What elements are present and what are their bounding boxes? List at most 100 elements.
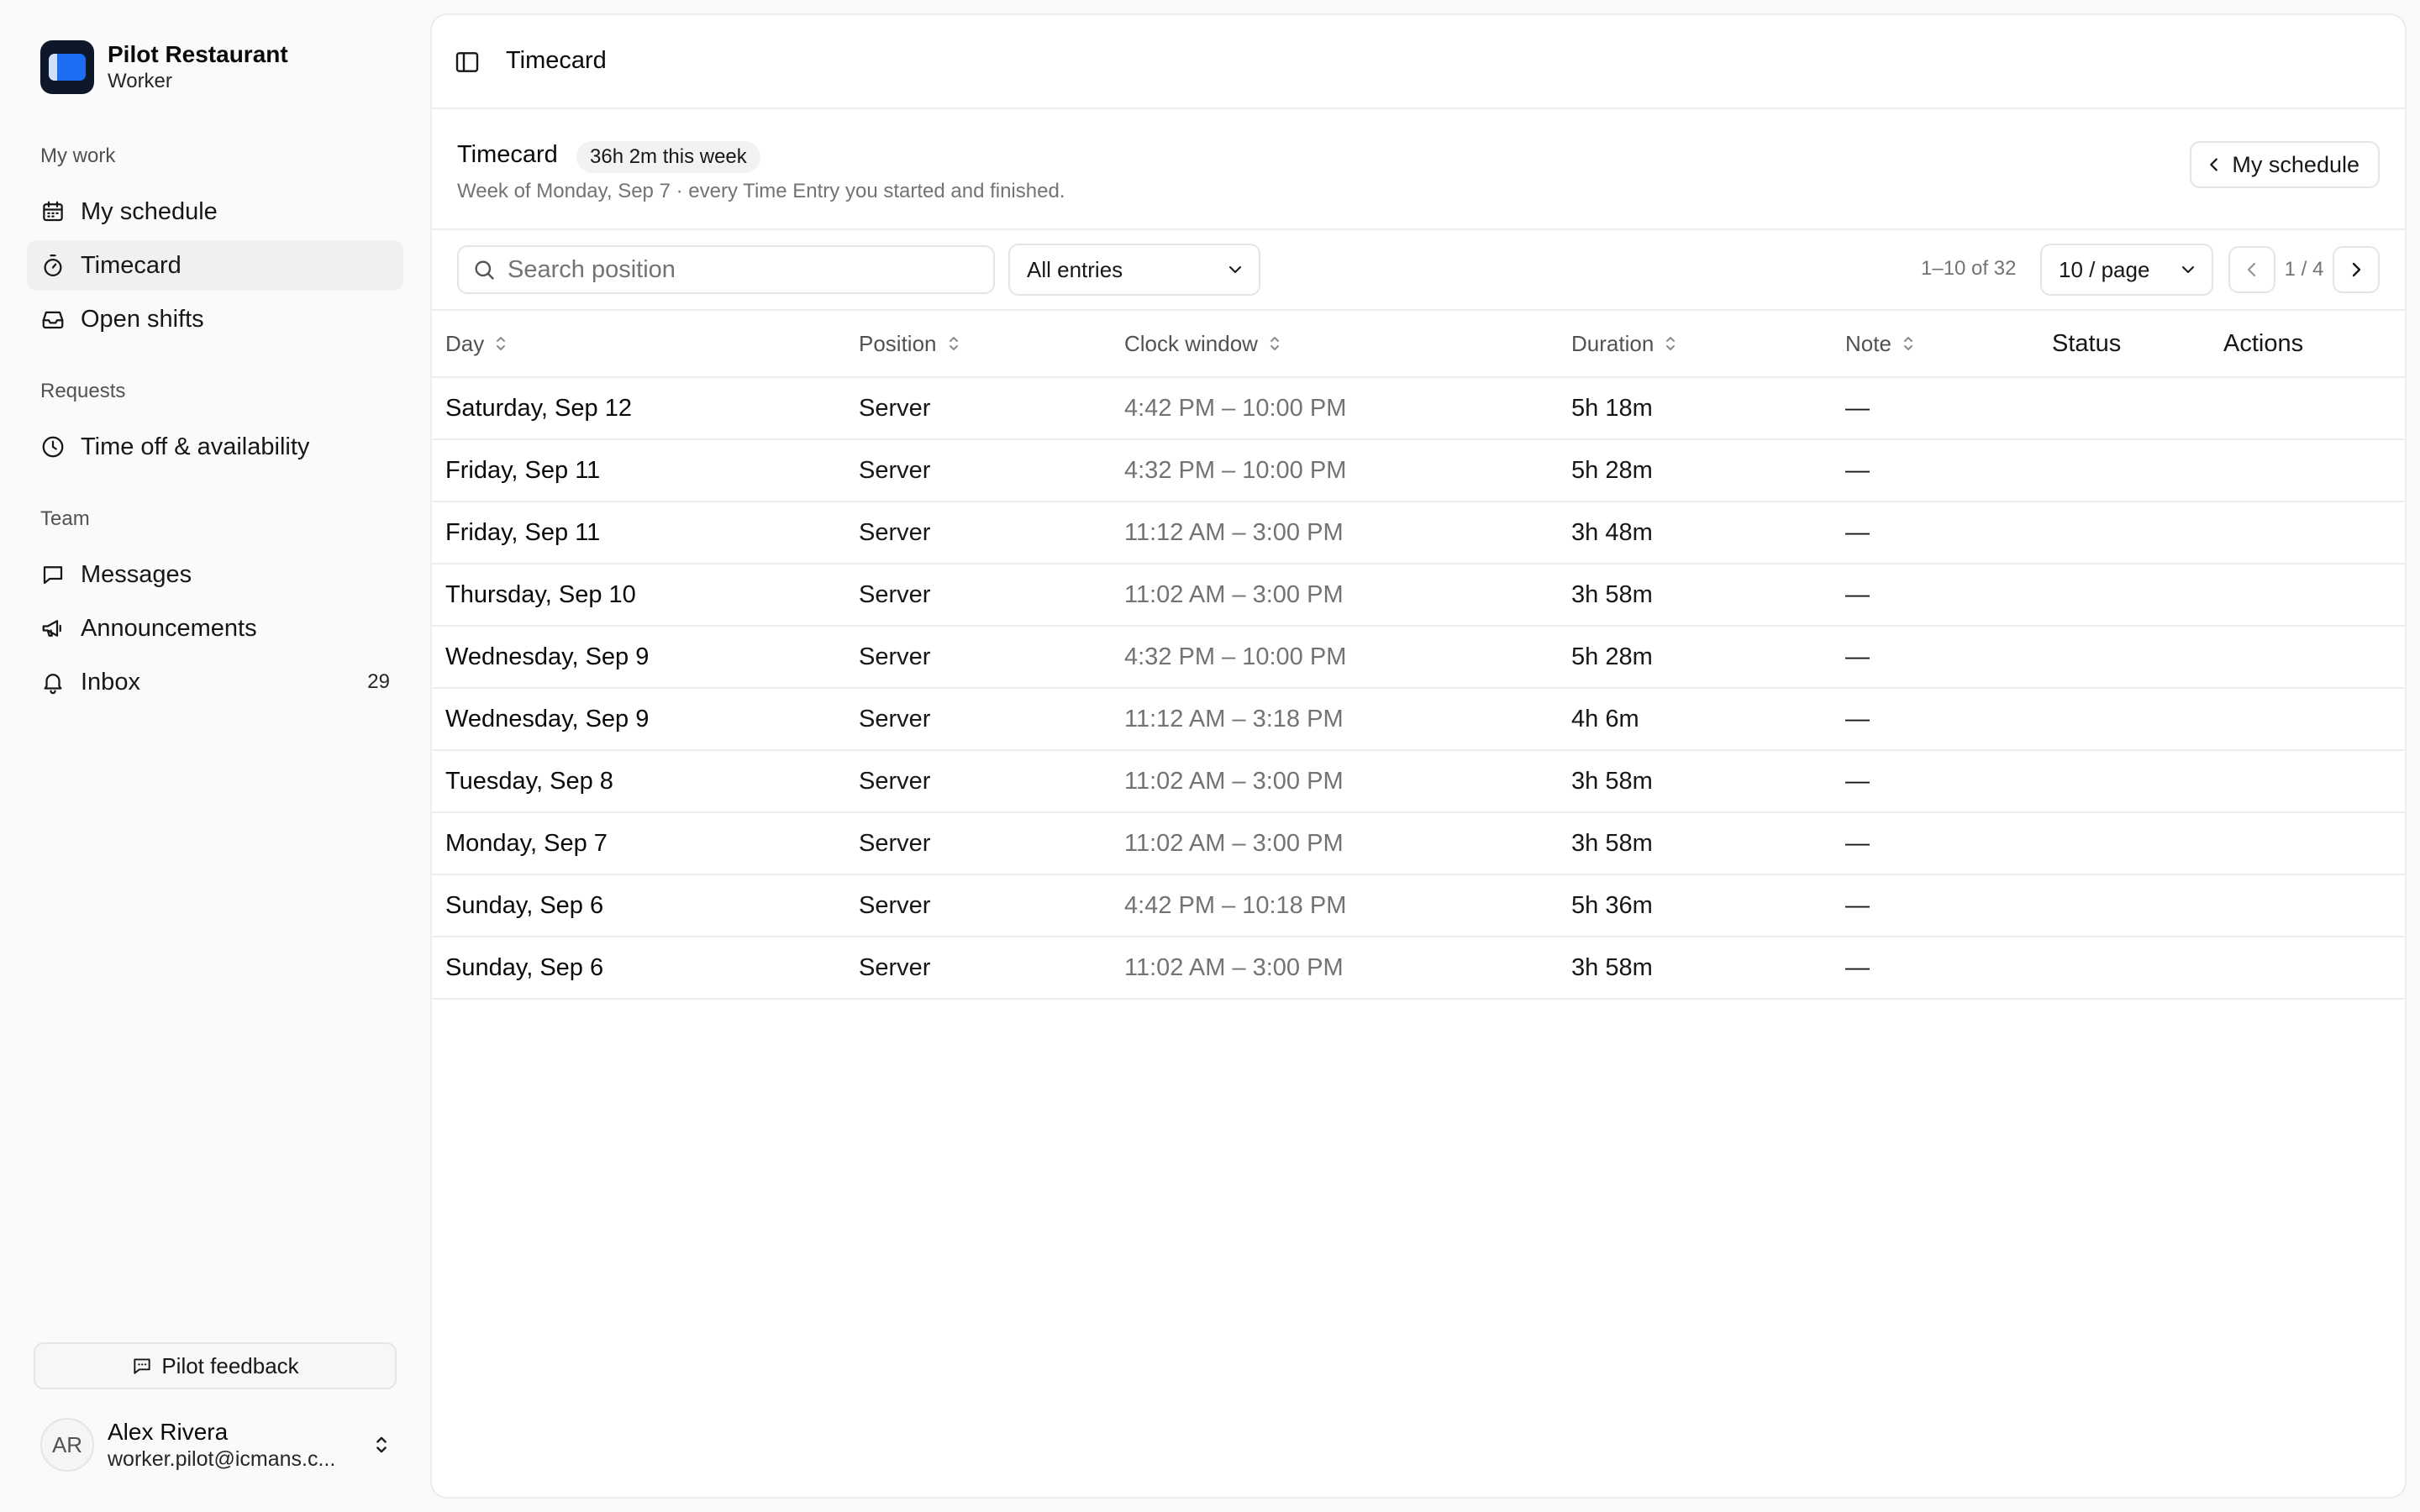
cell-clock-window: 11:02 AM – 3:00 PM: [1124, 767, 1344, 795]
cell-note: —: [1845, 643, 1870, 670]
next-page-button[interactable]: [2333, 246, 2380, 293]
cell-note: —: [1845, 580, 1870, 608]
pilot-feedback-label: Pilot feedback: [161, 1352, 299, 1378]
cell-position: Server: [859, 580, 931, 608]
chevron-right-icon: [2352, 262, 2361, 277]
sidebar-item-timecard[interactable]: Timecard: [27, 240, 403, 291]
cell-clock-window: 11:02 AM – 3:00 PM: [1124, 953, 1344, 981]
chevrons-up-down-icon: [376, 1436, 387, 1453]
cell-day: Saturday, Sep 12: [445, 394, 632, 422]
clock-icon: [42, 436, 64, 458]
column-header-label: Duration: [1571, 330, 1655, 356]
user-menu[interactable]: AR Alex Rivera worker.pilot@icmans.c...: [40, 1418, 403, 1472]
inbox-tray-icon: [42, 311, 64, 329]
message-dots-icon: [134, 1358, 150, 1374]
cell-clock-window: 11:02 AM – 3:00 PM: [1124, 829, 1344, 857]
page-size-value: 10 / page: [2059, 256, 2150, 282]
column-header-clock-window[interactable]: Clock window: [1124, 311, 1283, 376]
table-row[interactable]: Thursday, Sep 10 Server 11:02 AM – 3:00 PM…: [432, 564, 2405, 627]
column-header-duration[interactable]: Duration: [1571, 311, 1679, 376]
user-name: Alex Rivera: [108, 1419, 229, 1445]
table-row[interactable]: Wednesday, Sep 9 Server 4:32 PM – 10:00 PM…: [432, 627, 2405, 689]
result-range: 1–10 of 32: [1921, 257, 2017, 280]
cell-day: Wednesday, Sep 9: [445, 643, 650, 670]
table-row[interactable]: Monday, Sep 7 Server 11:02 AM – 3:00 PM 3h …: [432, 813, 2405, 875]
previous-page-button[interactable]: [2228, 246, 2275, 293]
weekly-total-badge: 36h 2m this week: [576, 141, 760, 173]
table-row[interactable]: Tuesday, Sep 8 Server 11:02 AM – 3:00 PM 3h…: [432, 751, 2405, 813]
search-input[interactable]: [508, 255, 978, 284]
column-header-position[interactable]: Position: [859, 311, 962, 376]
sidebar-item-announcements[interactable]: Announcements: [27, 603, 403, 654]
sidebar-item-label: Announcements: [81, 614, 257, 642]
avatar: AR: [40, 1418, 94, 1472]
sidebar-item-inbox[interactable]: Inbox 29: [27, 657, 403, 707]
column-header-day[interactable]: Day: [445, 311, 509, 376]
cell-duration: 3h 58m: [1571, 580, 1653, 608]
timecard-table: Day Position Clock window Duration Note …: [432, 311, 2405, 1000]
cell-duration: 5h 28m: [1571, 643, 1653, 670]
table-row[interactable]: Wednesday, Sep 9 Server 11:12 AM – 3:18 PM…: [432, 689, 2405, 751]
brand[interactable]: Pilot Restaurant Worker: [40, 40, 288, 94]
cell-day: Sunday, Sep 6: [445, 953, 604, 981]
bell-icon: [44, 674, 62, 695]
sidebar-item-label: Messages: [81, 560, 192, 588]
page-size-select[interactable]: 10 / page: [2040, 244, 2213, 296]
sidebar-toggle-icon[interactable]: [454, 49, 481, 76]
inbox-count-badge: 29: [367, 670, 390, 693]
cell-duration: 3h 48m: [1571, 518, 1653, 546]
sort-icon: [1666, 337, 1676, 350]
search-icon: [475, 260, 494, 280]
column-header-status: Status: [2052, 329, 2122, 357]
sort-icon: [1903, 337, 1912, 350]
cell-note: —: [1845, 891, 1870, 919]
sidebar-item-messages[interactable]: Messages: [27, 549, 403, 600]
sidebar: Pilot Restaurant Worker My work My sched…: [0, 0, 430, 1512]
chevron-down-icon: [1229, 266, 1241, 273]
cell-duration: 3h 58m: [1571, 767, 1653, 795]
brand-logo-icon: [40, 40, 94, 94]
cell-day: Thursday, Sep 10: [445, 580, 636, 608]
table-row[interactable]: Saturday, Sep 12 Server 4:42 PM – 10:00 PM…: [432, 378, 2405, 440]
table-header: Day Position Clock window Duration Note …: [432, 311, 2405, 378]
table-row[interactable]: Sunday, Sep 6 Server 4:42 PM – 10:18 PM 5h …: [432, 875, 2405, 937]
cell-position: Server: [859, 705, 931, 732]
cell-day: Tuesday, Sep 8: [445, 767, 613, 795]
pagination: 1 / 4: [2228, 244, 2380, 296]
table-row[interactable]: Sunday, Sep 6 Server 11:02 AM – 3:00 PM 3h …: [432, 937, 2405, 1000]
chevron-down-icon: [2182, 266, 2194, 273]
sort-icon: [1270, 337, 1279, 350]
app-root: Pilot Restaurant Worker My work My sched…: [0, 0, 2420, 1512]
section-subtitle: Week of Monday, Sep 7 · every Time Entry…: [457, 180, 1065, 202]
cell-clock-window: 11:12 AM – 3:18 PM: [1124, 705, 1344, 732]
cell-position: Server: [859, 456, 931, 484]
entry-filter-select[interactable]: All entries: [1008, 244, 1260, 296]
table-row[interactable]: Friday, Sep 11 Server 11:12 AM – 3:00 PM 3h…: [432, 502, 2405, 564]
cell-note: —: [1845, 394, 1870, 422]
sidebar-item-open-shifts[interactable]: Open shifts: [27, 294, 403, 344]
cell-note: —: [1845, 953, 1870, 981]
cell-duration: 5h 36m: [1571, 891, 1653, 919]
cell-note: —: [1845, 456, 1870, 484]
sidebar-item-label: Time off & availability: [81, 433, 310, 460]
cell-position: Server: [859, 767, 931, 795]
column-header-actions: Actions: [2223, 329, 2304, 357]
pilot-feedback-button[interactable]: Pilot feedback: [34, 1342, 397, 1389]
cell-day: Wednesday, Sep 9: [445, 705, 650, 732]
sort-icon: [949, 337, 958, 350]
cell-position: Server: [859, 518, 931, 546]
brand-role: Worker: [108, 70, 172, 92]
entry-filter-value: All entries: [1027, 256, 1123, 282]
column-header-note[interactable]: Note: [1845, 311, 1917, 376]
cell-clock-window: 11:12 AM – 3:00 PM: [1124, 518, 1344, 546]
table-row[interactable]: Friday, Sep 11 Server 4:32 PM – 10:00 PM 5h…: [432, 440, 2405, 502]
cell-duration: 4h 6m: [1571, 705, 1639, 732]
my-schedule-button[interactable]: My schedule: [2190, 141, 2380, 188]
cell-note: —: [1845, 767, 1870, 795]
timecard-header: Timecard 36h 2m this week Week of Monday…: [432, 109, 2405, 230]
sidebar-item-time-off[interactable]: Time off & availability: [27, 422, 403, 472]
cell-position: Server: [859, 829, 931, 857]
page-indicator: 1 / 4: [2284, 258, 2324, 281]
message-square-icon: [43, 566, 63, 585]
sidebar-item-my-schedule[interactable]: My schedule: [27, 186, 403, 237]
